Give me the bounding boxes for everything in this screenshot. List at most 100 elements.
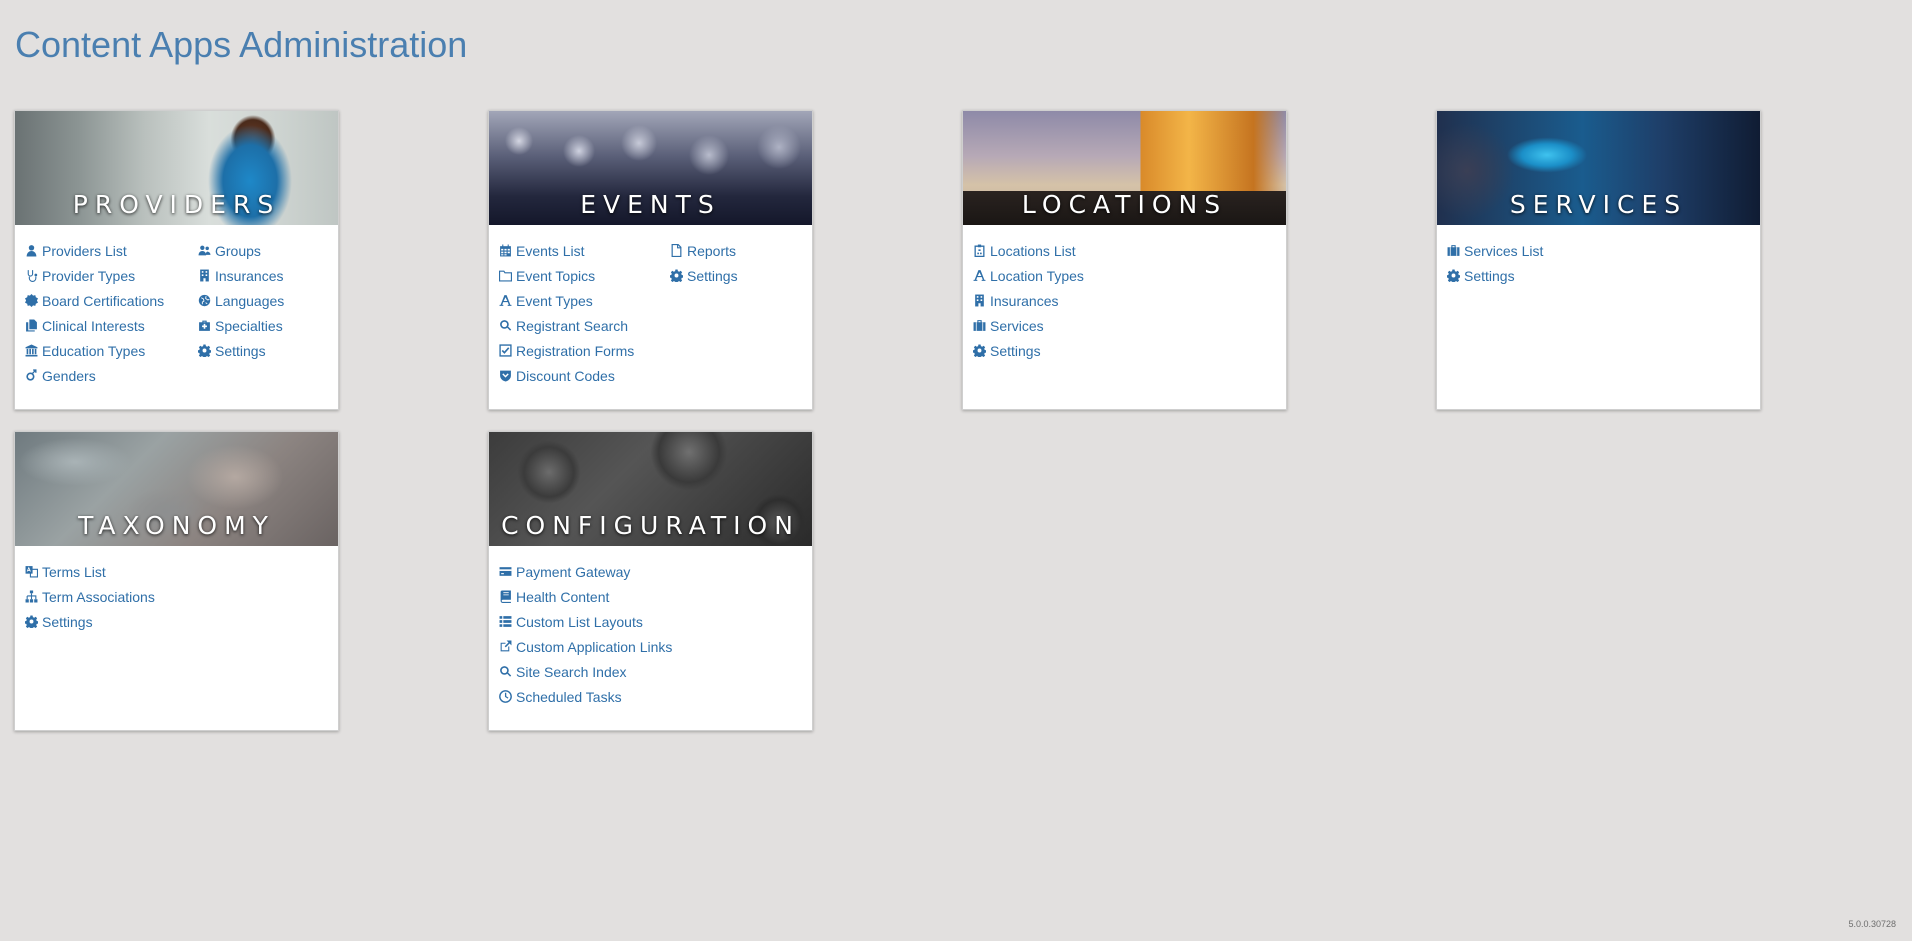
link-health-content[interactable]: Health Content (498, 584, 798, 609)
credit-card-icon (498, 565, 512, 579)
genderless-icon (24, 369, 38, 383)
link-label: Discount Codes (516, 367, 615, 384)
link-label: Education Types (42, 342, 146, 359)
link-label: Insurances (215, 267, 284, 284)
providers-banner-title: PROVIDERS (72, 190, 281, 219)
gear-icon (669, 269, 683, 283)
link-label: Settings (1464, 267, 1515, 284)
locations-banner-title: LOCATIONS (1021, 190, 1228, 219)
stethoscope-icon (24, 269, 38, 283)
globe-icon (197, 294, 211, 308)
link-custom-application-links[interactable]: Custom Application Links (498, 634, 798, 659)
taxonomy-col-1: Terms List Term Associations Settings (24, 559, 197, 634)
link-settings[interactable]: Settings (24, 609, 197, 634)
font-icon (498, 294, 512, 308)
link-label: Term Associations (42, 588, 155, 605)
providers-banner[interactable]: PROVIDERS (15, 111, 338, 225)
folder-icon (498, 269, 512, 283)
link-settings[interactable]: Settings (1446, 263, 1619, 288)
link-label: Settings (215, 342, 266, 359)
gear-icon (1446, 269, 1460, 283)
link-genders[interactable]: Genders (24, 363, 197, 388)
link-label: Health Content (516, 588, 610, 605)
link-label: Settings (687, 267, 738, 284)
link-education-types[interactable]: Education Types (24, 338, 197, 363)
taxonomy-card: TAXONOMY Terms List Term Associations Sett… (14, 431, 339, 731)
link-label: Site Search Index (516, 663, 627, 680)
check-square-icon (498, 344, 512, 358)
link-providers-list[interactable]: Providers List (24, 238, 197, 263)
events-banner[interactable]: EVENTS (489, 111, 812, 225)
link-label: Providers List (42, 242, 127, 259)
link-settings[interactable]: Settings (669, 263, 738, 288)
page-title: Content Apps Administration (15, 24, 468, 65)
link-events-list[interactable]: Events List (498, 238, 669, 263)
link-label: Custom Application Links (516, 638, 673, 655)
services-card: SERVICES Services List Settings (1436, 110, 1761, 410)
link-label: Groups (215, 242, 261, 259)
link-label: Scheduled Tasks (516, 688, 622, 705)
link-site-search-index[interactable]: Site Search Index (498, 659, 798, 684)
link-payment-gateway[interactable]: Payment Gateway (498, 559, 798, 584)
search-icon (498, 665, 512, 679)
link-label: Provider Types (42, 267, 136, 284)
link-services[interactable]: Services (972, 313, 1145, 338)
link-specialties[interactable]: Specialties (197, 313, 284, 338)
link-registrant-search[interactable]: Registrant Search (498, 313, 669, 338)
medkit-icon (197, 319, 211, 333)
users-icon (197, 244, 211, 258)
link-settings[interactable]: Settings (972, 338, 1145, 363)
link-insurances[interactable]: Insurances (972, 288, 1145, 313)
link-event-topics[interactable]: Event Topics (498, 263, 669, 288)
link-terms-list[interactable]: Terms List (24, 559, 197, 584)
link-board-certifications[interactable]: Board Certifications (24, 288, 197, 313)
search-icon (498, 319, 512, 333)
link-label: Insurances (990, 292, 1059, 309)
link-reports[interactable]: Reports (669, 238, 738, 263)
gear-icon (197, 344, 211, 358)
link-registration-forms[interactable]: Registration Forms (498, 338, 669, 363)
configuration-banner[interactable]: CONFIGURATION (489, 432, 812, 546)
link-discount-codes[interactable]: Discount Codes (498, 363, 669, 388)
sitemap-icon (24, 590, 38, 604)
link-locations-list[interactable]: Locations List (972, 238, 1145, 263)
link-settings[interactable]: Settings (197, 338, 284, 363)
link-custom-list-layouts[interactable]: Custom List Layouts (498, 609, 798, 634)
services-banner[interactable]: SERVICES (1437, 111, 1760, 225)
events-banner-title: EVENTS (580, 190, 721, 219)
link-languages[interactable]: Languages (197, 288, 284, 313)
link-term-associations[interactable]: Term Associations (24, 584, 197, 609)
link-label: Registration Forms (516, 342, 635, 359)
link-clinical-interests[interactable]: Clinical Interests (24, 313, 197, 338)
list-icon (498, 615, 512, 629)
book-icon (498, 590, 512, 604)
providers-col-1: Providers List Provider Types Board Certif… (24, 238, 197, 388)
link-label: Event Types (516, 292, 593, 309)
briefcase-icon (972, 319, 986, 333)
link-label: Terms List (42, 563, 106, 580)
link-services-list[interactable]: Services List (1446, 238, 1619, 263)
link-provider-types[interactable]: Provider Types (24, 263, 197, 288)
link-label: Events List (516, 242, 585, 259)
link-label: Event Topics (516, 267, 596, 284)
files-icon (24, 319, 38, 333)
link-label: Services (990, 317, 1044, 334)
link-label: Reports (687, 242, 737, 259)
providers-col-2: Groups Insurances Languages Specialties Sett… (197, 238, 284, 388)
locations-banner[interactable]: LOCATIONS (963, 111, 1286, 225)
link-label: Board Certifications (42, 292, 165, 309)
hospital-icon (972, 244, 986, 258)
link-groups[interactable]: Groups (197, 238, 284, 263)
link-location-types[interactable]: Location Types (972, 263, 1145, 288)
certificate-icon (24, 294, 38, 308)
link-label: Registrant Search (516, 317, 629, 334)
link-event-types[interactable]: Event Types (498, 288, 669, 313)
link-label: Payment Gateway (516, 563, 631, 580)
gear-icon (24, 615, 38, 629)
link-insurances[interactable]: Insurances (197, 263, 284, 288)
taxonomy-banner[interactable]: TAXONOMY (15, 432, 338, 546)
link-label: Custom List Layouts (516, 613, 643, 630)
link-scheduled-tasks[interactable]: Scheduled Tasks (498, 684, 798, 709)
link-label: Specialties (215, 317, 283, 334)
services-col-1: Services List Settings (1446, 238, 1619, 288)
